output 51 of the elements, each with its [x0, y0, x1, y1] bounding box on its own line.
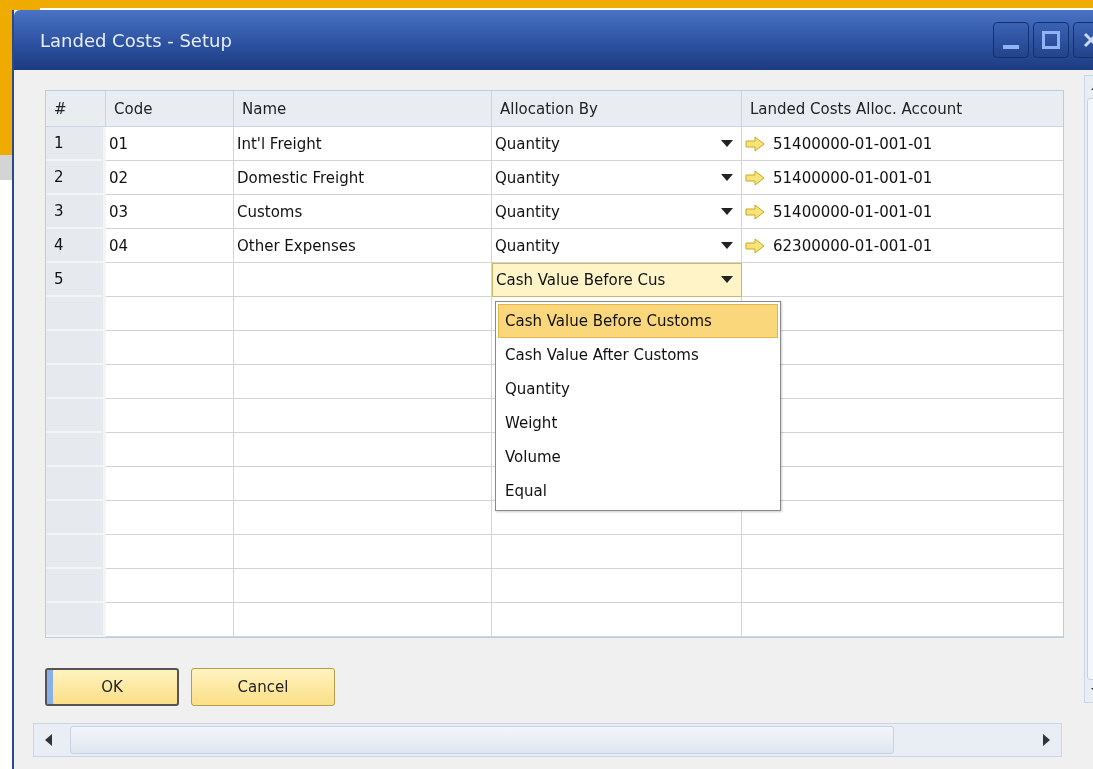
horizontal-scrollbar[interactable] [33, 723, 1062, 757]
arrow-icon[interactable] [745, 135, 765, 152]
row-number: 2 [46, 161, 106, 195]
dropdown-option[interactable]: Cash Value Before Customs [498, 304, 778, 338]
arrow-icon[interactable] [745, 237, 765, 254]
table-cell: 01 [106, 127, 234, 161]
maximize-icon [1040, 29, 1062, 51]
column-header[interactable]: Code [106, 91, 234, 127]
ok-button[interactable]: OK [45, 668, 179, 706]
table-cell: 02 [106, 161, 234, 195]
dropdown-option[interactable]: Volume [498, 440, 778, 474]
caret-icon [721, 173, 733, 182]
dropdown-option[interactable]: Equal [498, 474, 778, 508]
minimize-button[interactable] [993, 22, 1029, 58]
caret-icon [721, 241, 733, 250]
column-header[interactable]: Name [234, 91, 492, 127]
row-number: 1 [46, 127, 106, 161]
column-header[interactable]: Allocation By [492, 91, 742, 127]
minimize-icon [1003, 45, 1019, 49]
table-cell: 51400000-01-001-01 [773, 168, 933, 187]
arrow-icon[interactable] [745, 169, 765, 186]
row-number: 4 [46, 229, 106, 263]
table-cell: 03 [106, 195, 234, 229]
column-header[interactable]: # [46, 91, 106, 127]
arrow-icon[interactable] [745, 203, 765, 220]
table-cell: Customs [234, 195, 492, 229]
scroll-right-icon[interactable] [1041, 734, 1051, 746]
dropdown-option[interactable]: Weight [498, 406, 778, 440]
table-cell: 51400000-01-001-01 [773, 202, 933, 221]
allocation-cell[interactable]: Quantity [492, 127, 742, 161]
allocation-cell[interactable]: Quantity [492, 195, 742, 229]
row-number: 5 [46, 263, 106, 297]
dropdown-option[interactable]: Cash Value After Customs [498, 338, 778, 372]
table-cell: 62300000-01-001-01 [773, 236, 933, 255]
scroll-left-icon[interactable] [44, 734, 54, 746]
allocation-dropdown[interactable]: Cash Value Before Cus [492, 263, 742, 297]
dropdown-option[interactable]: Quantity [498, 372, 778, 406]
caret-icon [721, 207, 733, 216]
table-cell: 04 [106, 229, 234, 263]
cancel-button[interactable]: Cancel [191, 668, 335, 706]
row-number: 3 [46, 195, 106, 229]
column-header[interactable]: Landed Costs Alloc. Account [742, 91, 1063, 127]
caret-icon [721, 276, 733, 284]
table-cell: Domestic Freight [234, 161, 492, 195]
window-title: Landed Costs - Setup [40, 29, 232, 51]
table-cell: 51400000-01-001-01 [773, 134, 933, 153]
maximize-button[interactable] [1033, 22, 1069, 58]
allocation-cell[interactable]: Quantity [492, 161, 742, 195]
table-cell: Other Expenses [234, 229, 492, 263]
caret-icon [721, 139, 733, 148]
table-cell: Int'l Freight [234, 127, 492, 161]
